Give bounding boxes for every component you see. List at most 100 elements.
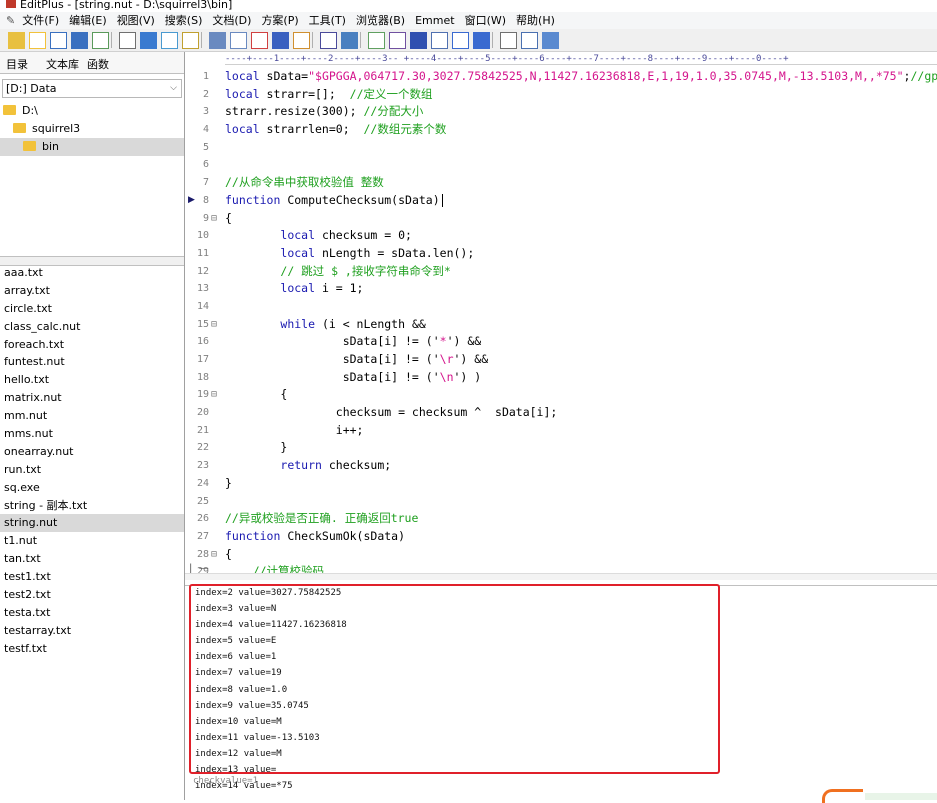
menu-edit[interactable]: 编辑(E) xyxy=(64,12,112,29)
menu-search[interactable]: 搜索(S) xyxy=(160,12,208,29)
drive-select[interactable]: [D:] Data ⌵ xyxy=(2,79,182,98)
code-line: 24} xyxy=(185,475,937,493)
code-line: ▶ 8 function ComputeChecksum(sData) xyxy=(185,192,937,210)
file-list-item[interactable]: mms.nut xyxy=(0,425,184,443)
file-list-item[interactable]: foreach.txt xyxy=(0,336,184,354)
file-list-item[interactable]: sq.exe xyxy=(0,479,184,497)
file-list-item[interactable]: testf.txt xyxy=(0,640,184,658)
code-line: 26 //异或校验是否正确. 正确返回true xyxy=(185,510,937,528)
file-list-item[interactable]: onearray.nut xyxy=(0,443,184,461)
code-line: 7 //从命令串中获取校验值 整数 xyxy=(185,174,937,192)
replace-icon[interactable] xyxy=(341,32,358,49)
code-text: //异或校验是否正确. 正确返回true xyxy=(225,511,419,526)
menu-file[interactable]: 文件(F) xyxy=(17,12,64,29)
file-list-item[interactable]: test2.txt xyxy=(0,586,184,604)
fold-toggle-icon[interactable]: ⊟ xyxy=(211,546,217,564)
pen-icon: ✎ xyxy=(6,14,16,27)
text-caret xyxy=(441,193,443,207)
file-list-item[interactable]: tan.txt xyxy=(0,550,184,568)
redo-icon[interactable] xyxy=(293,32,310,49)
code-text: function CheckSumOk(sData) xyxy=(225,528,406,543)
font-icon[interactable] xyxy=(410,32,427,49)
file-list-item[interactable]: array.txt xyxy=(0,282,184,300)
line-number: 1 xyxy=(202,71,209,82)
file-list-item[interactable]: class_calc.nut xyxy=(0,318,184,336)
annotation-arrow xyxy=(822,789,863,803)
menu-view[interactable]: 视图(V) xyxy=(112,12,160,29)
spell-check-icon[interactable] xyxy=(140,32,157,49)
fold-toggle-icon[interactable]: ⊟ xyxy=(211,386,217,404)
menu-tools[interactable]: 工具(T) xyxy=(304,12,351,29)
code-text: { xyxy=(225,210,232,225)
code-line: 17 sData[i] != ('\r') && xyxy=(185,351,937,369)
menu-document[interactable]: 文档(D) xyxy=(207,12,256,29)
cut-icon[interactable] xyxy=(182,32,199,49)
file-list-item[interactable]: matrix.nut xyxy=(0,389,184,407)
ruler: ----+----1----+----2----+----3-- +----4-… xyxy=(225,54,937,65)
tree-item-squirrel3[interactable]: squirrel3 xyxy=(0,120,184,138)
ruler-icon[interactable] xyxy=(473,32,490,49)
tab-directory[interactable]: 目录 xyxy=(6,56,28,72)
editor-horizontal-scrollbar[interactable] xyxy=(185,573,937,580)
word-wrap-icon[interactable] xyxy=(452,32,469,49)
file-list-item[interactable]: funtest.nut xyxy=(0,353,184,371)
code-line: 6 xyxy=(185,156,937,174)
undo-icon[interactable] xyxy=(272,32,289,49)
open-folder-icon[interactable] xyxy=(29,32,46,49)
file-list-item[interactable]: circle.txt xyxy=(0,300,184,318)
tab-cliptext[interactable]: 文本库 xyxy=(46,56,79,72)
toolbar-separator xyxy=(312,32,313,48)
file-list-item[interactable]: t1.nut xyxy=(0,532,184,550)
tab-functions[interactable]: 函数 xyxy=(87,56,109,72)
code-text: local sData="$GPGGA,064717.30,3027.75842… xyxy=(225,69,937,83)
browser-icon[interactable] xyxy=(161,32,178,49)
code-text: { xyxy=(225,546,232,561)
code-lines: 1 local sData="$GPGGA,064717.30,3027.7584… xyxy=(185,68,937,573)
menu-emmet[interactable]: Emmet xyxy=(410,12,459,29)
highlight-box xyxy=(189,584,720,774)
file-list-item[interactable]: hello.txt xyxy=(0,371,184,389)
file-list-item[interactable]: test1.txt xyxy=(0,568,184,586)
find-icon[interactable] xyxy=(320,32,337,49)
html-icon[interactable] xyxy=(431,32,448,49)
file-list-item[interactable]: run.txt xyxy=(0,461,184,479)
menu-help[interactable]: 帮助(H) xyxy=(511,12,560,29)
copy-icon[interactable] xyxy=(209,32,226,49)
fold-toggle-icon[interactable]: ⊟ xyxy=(211,316,217,334)
save-all-icon[interactable] xyxy=(71,32,88,49)
help-icon[interactable] xyxy=(542,32,559,49)
code-editor[interactable]: ----+----1----+----2----+----3-- +----4-… xyxy=(185,52,937,573)
line-number: 14 xyxy=(196,300,209,312)
file-list-item[interactable]: string - 副本.txt xyxy=(0,497,184,515)
save-icon[interactable] xyxy=(50,32,67,49)
goto-icon[interactable] xyxy=(368,32,385,49)
file-list-item[interactable]: string.nut xyxy=(0,514,184,533)
paste-icon[interactable] xyxy=(230,32,247,49)
code-line: 9 ⊟ { xyxy=(185,210,937,228)
print-icon[interactable] xyxy=(119,32,136,49)
code-text: i++; xyxy=(225,422,364,437)
tree-item-drive[interactable]: D:\ xyxy=(0,102,184,120)
delete-icon[interactable] xyxy=(251,32,268,49)
print-preview-icon[interactable] xyxy=(92,32,109,49)
code-line: 15 ⊟ while (i < nLength && xyxy=(185,316,937,334)
settings-icon[interactable] xyxy=(500,32,517,49)
menu-browser[interactable]: 浏览器(B) xyxy=(351,12,410,29)
panel-tabs: 目录 文本库 函数 xyxy=(0,52,184,74)
file-list-item[interactable]: aaa.txt xyxy=(0,264,184,282)
file-list-item[interactable]: testa.txt xyxy=(0,604,184,622)
menu-project[interactable]: 方案(P) xyxy=(256,12,303,29)
hex-icon[interactable] xyxy=(389,32,406,49)
fold-toggle-icon[interactable]: ⊟ xyxy=(211,210,217,228)
file-list-item[interactable]: mm.nut xyxy=(0,407,184,425)
tree-item-bin[interactable]: bin xyxy=(0,138,184,156)
code-line: 19 ⊟ { xyxy=(185,386,937,404)
ruler-text: ----+----1----+----2----+----3-- +----4-… xyxy=(225,54,789,64)
code-text: //计算校验码 xyxy=(252,564,325,573)
menu-window[interactable]: 窗口(W) xyxy=(460,12,511,29)
new-file-icon[interactable] xyxy=(8,32,25,49)
code-text: //从命令串中获取校验值 整数 xyxy=(225,175,384,190)
screen-icon[interactable] xyxy=(521,32,538,49)
file-list-item[interactable]: testarray.txt xyxy=(0,622,184,640)
line-number: 20 xyxy=(196,407,209,419)
